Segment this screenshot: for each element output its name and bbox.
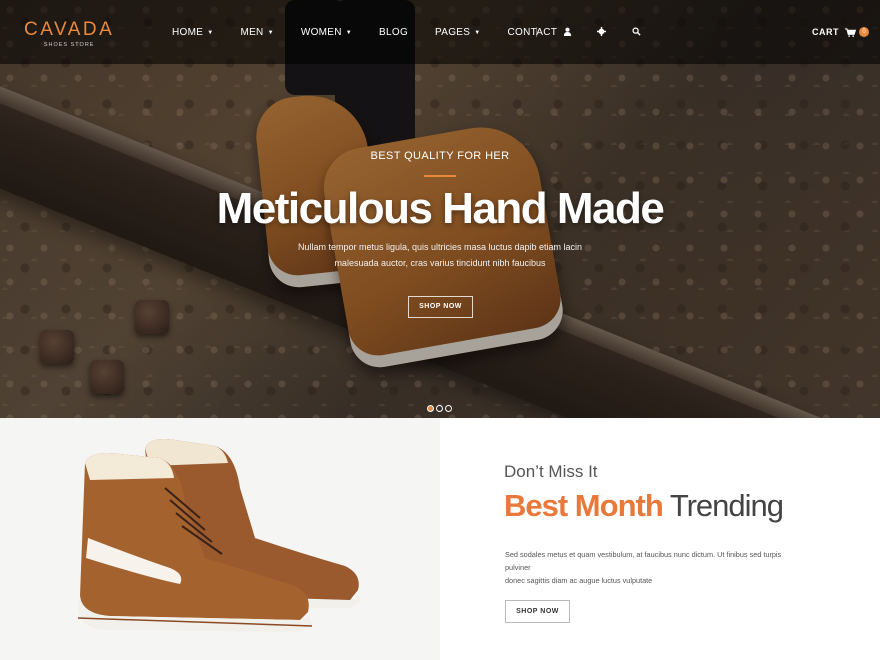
hero-description: Nullam tempor metus ligula, quis ultrici… [290,239,590,271]
menu-item-label: BLOG [379,27,409,38]
sneaker-image[interactable] [0,418,440,660]
caret-down-icon: ▼ [207,29,214,36]
slider-dots [427,405,454,412]
hero-subtitle: BEST QUALITY FOR HER [370,150,510,162]
menu-item-label: CONTACT [507,27,558,38]
hero-description-line: Nullam tempor metus ligula, quis ultrici… [297,242,583,252]
top-navigation: CAVADA SHOES STORE HOME ▼ MEN ▼ WOMEN ▼ … [0,0,880,64]
hero-divider [424,175,456,177]
search-icon[interactable] [632,27,641,38]
main-menu: HOME ▼ MEN ▼ WOMEN ▼ BLOG PAGES ▼ CONTAC… [172,27,584,38]
cart-label: CART [812,27,839,37]
gear-icon[interactable] [597,27,606,38]
hero-shop-now-button[interactable]: SHOP NOW [408,296,473,318]
promo-description-line: Sed sodales metus et quam vestibulum, at… [505,550,782,572]
promo-panel: Don’t Miss It Best Month Trending Sed so… [440,418,880,660]
logo-tagline: SHOES STORE [43,42,95,48]
hero-description-line: malesuada auctor, cras varius tincidunt … [334,258,546,268]
logo-name: CAVADA [24,19,115,40]
hero-title: Meticulous Hand Made [216,184,665,233]
menu-item-pages[interactable]: PAGES ▼ [435,27,480,38]
menu-item-label: WOMEN [300,27,342,38]
site-logo[interactable]: CAVADA SHOES STORE [24,19,114,48]
slider-dot[interactable] [445,405,452,412]
promo-title: Best Month Trending [504,488,784,524]
cart-count-badge: 0 [859,27,869,37]
menu-item-label: MEN [240,27,264,38]
promo-description: Sed sodales metus et quam vestibulum, at… [505,548,805,587]
promo-description-line: donec sagittis diam ac augue luctus vulp… [505,576,653,585]
menu-item-label: PAGES [435,27,471,38]
user-icon[interactable] [563,27,572,38]
promo-shop-now-button[interactable]: SHOP NOW [505,600,570,623]
menu-item-women[interactable]: WOMEN ▼ [301,27,352,38]
menu-item-contact[interactable]: CONTACT [508,27,558,38]
menu-item-home[interactable]: HOME ▼ [172,27,213,38]
caret-down-icon: ▼ [474,29,481,36]
menu-item-label: HOME [172,27,204,38]
nav-divider [536,27,537,37]
cart-icon [845,27,856,37]
caret-down-icon: ▼ [267,29,274,36]
promo-kicker: Don’t Miss It [504,462,598,481]
cart-button[interactable]: CART 0 [812,27,869,37]
promo-title-rest: Trending [669,488,784,523]
slider-dot[interactable] [427,405,434,412]
menu-item-blog[interactable]: BLOG [379,27,408,38]
slider-dot[interactable] [436,405,443,412]
product-image-panel [0,418,440,660]
menu-item-men[interactable]: MEN ▼ [240,27,273,38]
promo-title-accent: Best Month [504,488,664,523]
caret-down-icon: ▼ [345,29,353,36]
